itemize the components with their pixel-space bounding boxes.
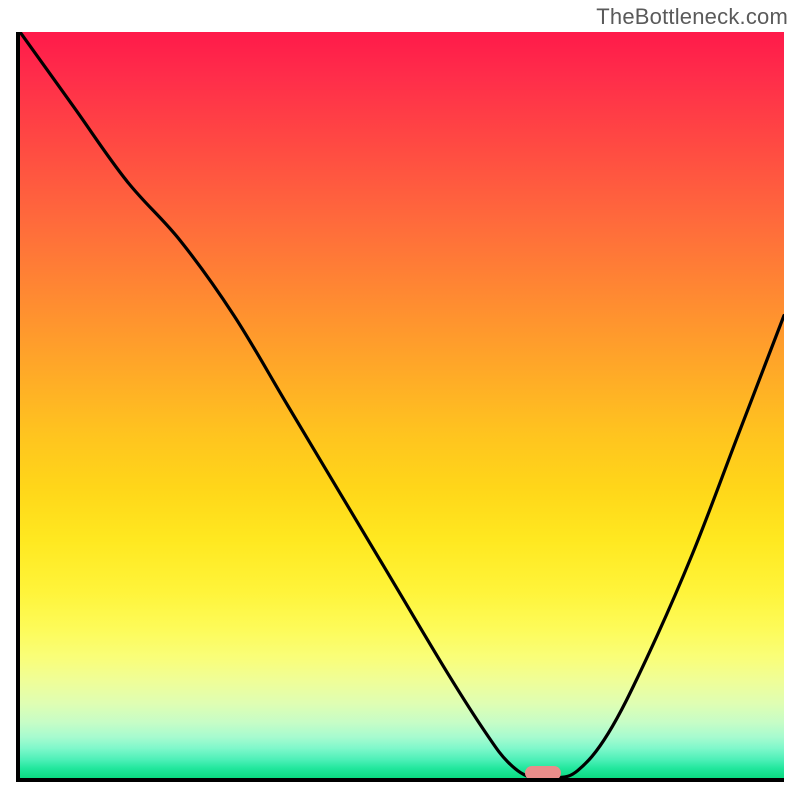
optimal-point-marker [525, 766, 561, 780]
bottleneck-curve [20, 32, 784, 778]
chart-container: TheBottleneck.com [0, 0, 800, 800]
watermark-text: TheBottleneck.com [596, 4, 788, 30]
plot-area [16, 32, 784, 782]
